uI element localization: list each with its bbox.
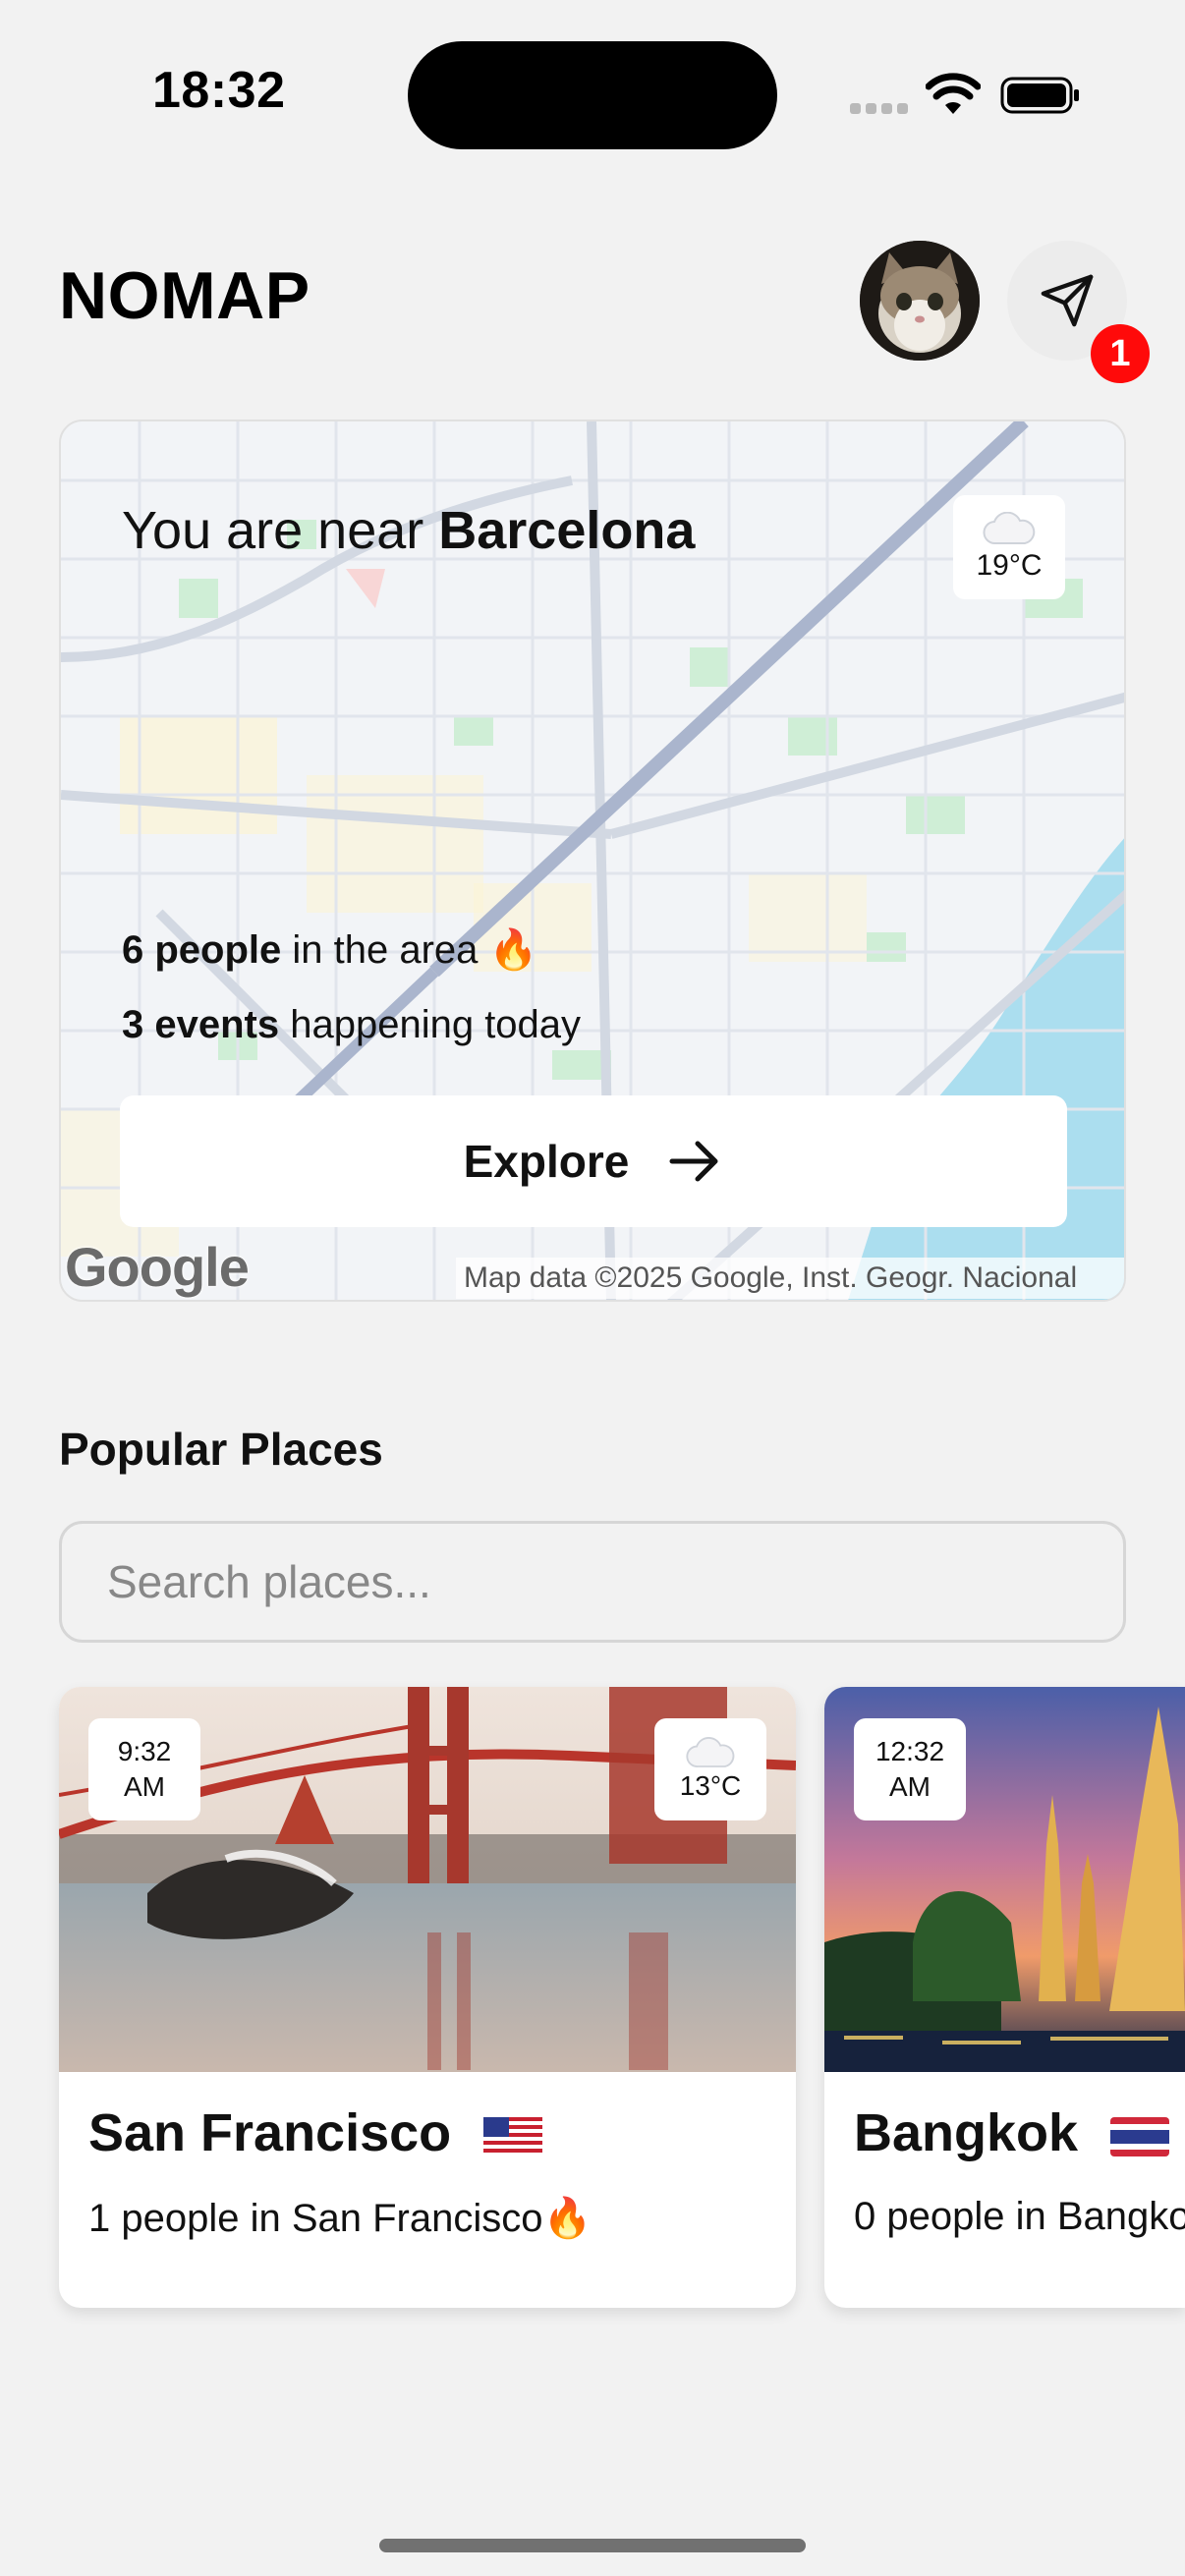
map-attribution[interactable]: Map data ©2025 Google, Inst. Geogr. Naci… <box>456 1258 1124 1299</box>
cellular-signal-icon <box>850 103 909 117</box>
current-temperature: 19°C <box>976 549 1043 582</box>
place-temperature: 13°C <box>679 1770 742 1801</box>
avatar[interactable] <box>860 241 980 361</box>
people-in-place: 1 people in San Francisco <box>88 2197 543 2240</box>
local-time-period: AM <box>889 1771 931 1802</box>
app-title: NOMAP <box>59 258 310 333</box>
people-count-line: 6 people in the area 🔥 <box>122 926 537 973</box>
weather-chip: 13°C <box>654 1718 766 1820</box>
send-icon <box>1041 274 1094 327</box>
explore-button[interactable]: Explore <box>120 1095 1067 1227</box>
explore-label: Explore <box>463 1136 630 1187</box>
local-time: 12:32 <box>875 1736 945 1766</box>
nearby-map-card[interactable]: You are near Barcelona 19°C 6 people in … <box>59 420 1126 1302</box>
cat-avatar-image <box>860 241 980 361</box>
place-card-bangkok[interactable]: 12:32 AM Bangkok 0 people in Bangkok <box>824 1687 1185 2308</box>
home-indicator[interactable] <box>379 2539 806 2552</box>
current-city: Barcelona <box>438 501 696 560</box>
notification-badge: 1 <box>1091 324 1150 383</box>
fire-emoji: 🔥 <box>542 2197 592 2240</box>
th-flag-icon <box>1110 2116 1170 2156</box>
search-input[interactable] <box>59 1521 1126 1643</box>
battery-icon <box>1000 77 1079 114</box>
place-people-count: 1 people in San Francisco🔥 <box>88 2195 592 2241</box>
status-time: 18:32 <box>152 62 286 119</box>
place-people-count: 0 people in Bangkok <box>854 2195 1185 2239</box>
local-time-chip: 12:32 AM <box>854 1718 966 1820</box>
cloud-icon <box>983 512 1036 545</box>
place-name-text: Bangkok <box>854 2103 1079 2162</box>
place-card-san-francisco[interactable]: 9:32 AM 13°C San Francisco 1 people in S… <box>59 1687 796 2308</box>
dynamic-island <box>408 41 777 149</box>
us-flag-icon <box>483 2116 543 2156</box>
wifi-icon <box>926 73 981 114</box>
events-suffix: happening today <box>279 1003 582 1046</box>
app-screen: 18:32 NOMAP 1 You are near Barcelona 19°… <box>0 0 1185 2576</box>
arrow-right-icon <box>669 1141 718 1182</box>
people-in-place: 0 people in Bangkok <box>854 2195 1185 2238</box>
google-logo: Google <box>65 1236 250 1298</box>
local-time-period: AM <box>124 1771 165 1802</box>
current-weather-chip: 19°C <box>953 495 1065 599</box>
location-prefix: You are near <box>122 501 439 560</box>
people-count: 6 people <box>122 928 282 972</box>
local-time: 9:32 <box>117 1736 172 1766</box>
place-name: San Francisco <box>88 2102 543 2163</box>
events-count-line: 3 events happening today <box>122 1003 581 1047</box>
location-heading: You are near Barcelona <box>122 500 695 561</box>
fire-emoji: 🔥 <box>488 928 538 972</box>
local-time-chip: 9:32 AM <box>88 1718 200 1820</box>
events-count: 3 events <box>122 1003 280 1046</box>
people-suffix: in the area <box>281 928 489 972</box>
section-title: Popular Places <box>59 1424 383 1475</box>
place-name-text: San Francisco <box>88 2103 452 2162</box>
place-name: Bangkok <box>854 2102 1170 2163</box>
cloud-icon <box>686 1737 735 1767</box>
